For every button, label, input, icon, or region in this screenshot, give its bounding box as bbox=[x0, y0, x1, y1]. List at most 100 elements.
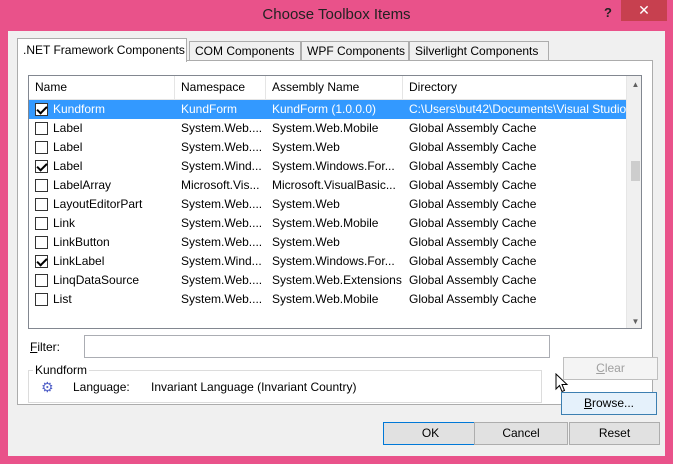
cell-namespace: Microsoft.Vis... bbox=[181, 178, 260, 192]
table-row[interactable]: LinqDataSource System.Web.... System.Web.E… bbox=[29, 271, 626, 290]
language-label: Language: bbox=[73, 380, 130, 394]
cell-name: LabelArray bbox=[53, 178, 112, 192]
row-checkbox[interactable] bbox=[35, 198, 48, 211]
cell-directory: Global Assembly Cache bbox=[409, 216, 537, 230]
window-title: Choose Toolbox Items bbox=[262, 6, 411, 23]
cell-directory: Global Assembly Cache bbox=[409, 121, 537, 135]
row-checkbox[interactable] bbox=[35, 141, 48, 154]
cell-assembly: System.Web bbox=[272, 235, 340, 249]
scroll-thumb[interactable] bbox=[631, 161, 640, 181]
cell-assembly: System.Web bbox=[272, 197, 340, 211]
table-row[interactable]: LabelArray Microsoft.Vis... Microsoft.Visu… bbox=[29, 176, 626, 195]
cell-assembly: System.Web.Mobile bbox=[272, 216, 379, 230]
cell-directory: Global Assembly Cache bbox=[409, 159, 537, 173]
cell-assembly: System.Windows.For... bbox=[272, 159, 395, 173]
cell-namespace: KundForm bbox=[181, 102, 238, 116]
vertical-scrollbar[interactable]: ▲ ▼ bbox=[626, 76, 641, 328]
cell-assembly: Microsoft.VisualBasic... bbox=[272, 178, 396, 192]
cell-directory: Global Assembly Cache bbox=[409, 292, 537, 306]
dialog-window: Choose Toolbox Items ? ✕ .NET Framework … bbox=[0, 0, 673, 464]
tab-wpf-components[interactable]: WPF Components bbox=[301, 41, 409, 61]
tab-net-framework-components[interactable]: .NET Framework Components bbox=[17, 38, 187, 62]
reset-button[interactable]: Reset bbox=[569, 422, 660, 445]
cell-namespace: System.Web.... bbox=[181, 235, 263, 249]
column-header-assembly-name[interactable]: Assembly Name bbox=[266, 76, 403, 100]
row-checkbox[interactable] bbox=[35, 255, 48, 268]
table-row[interactable]: Link System.Web.... System.Web.Mobile Globa… bbox=[29, 214, 626, 233]
table-row[interactable]: LayoutEditorPart System.Web.... System.Web… bbox=[29, 195, 626, 214]
table-row[interactable]: List System.Web.... System.Web.Mobile Globa… bbox=[29, 290, 626, 309]
scroll-down-icon[interactable]: ▼ bbox=[627, 313, 641, 328]
row-checkbox[interactable] bbox=[35, 236, 48, 249]
cell-namespace: System.Web.... bbox=[181, 273, 263, 287]
table-row[interactable]: Label System.Wind... System.Windows.For...… bbox=[29, 157, 626, 176]
mouse-cursor-icon bbox=[555, 373, 569, 393]
row-checkbox[interactable] bbox=[35, 122, 48, 135]
column-header-name[interactable]: Name bbox=[29, 76, 175, 100]
grid-header: Name Namespace Assembly Name Directory bbox=[29, 76, 626, 100]
row-checkbox[interactable] bbox=[35, 293, 48, 306]
row-checkbox[interactable] bbox=[35, 179, 48, 192]
cell-assembly: System.Web.Mobile bbox=[272, 292, 379, 306]
cell-namespace: System.Web.... bbox=[181, 292, 263, 306]
cell-namespace: System.Wind... bbox=[181, 159, 262, 173]
row-checkbox[interactable] bbox=[35, 160, 48, 173]
cell-assembly: System.Windows.For... bbox=[272, 254, 395, 268]
cell-name: Kundform bbox=[53, 102, 106, 116]
cell-name: LinkLabel bbox=[53, 254, 105, 268]
cell-directory: Global Assembly Cache bbox=[409, 178, 537, 192]
title-bar[interactable]: Choose Toolbox Items ? ✕ bbox=[0, 0, 673, 31]
cell-name: LinqDataSource bbox=[53, 273, 140, 287]
language-value: Invariant Language (Invariant Country) bbox=[151, 380, 357, 394]
cell-namespace: System.Wind... bbox=[181, 254, 262, 268]
cell-directory: Global Assembly Cache bbox=[409, 235, 537, 249]
cell-name: Label bbox=[53, 121, 83, 135]
row-checkbox[interactable] bbox=[35, 274, 48, 287]
table-row[interactable]: Label System.Web.... System.Web Global Asse… bbox=[29, 138, 626, 157]
components-grid[interactable]: Name Namespace Assembly Name Directory K… bbox=[28, 75, 642, 329]
clear-button[interactable]: Clear bbox=[563, 357, 658, 380]
cell-namespace: System.Web.... bbox=[181, 197, 263, 211]
cell-directory: Global Assembly Cache bbox=[409, 197, 537, 211]
details-title: Kundform bbox=[33, 363, 90, 377]
scroll-up-icon[interactable]: ▲ bbox=[627, 76, 641, 93]
table-row[interactable]: LinkButton System.Web.... System.Web Global… bbox=[29, 233, 626, 252]
cell-name: Link bbox=[53, 216, 76, 230]
cancel-button[interactable]: Cancel bbox=[474, 422, 568, 445]
close-button[interactable]: ✕ bbox=[621, 0, 667, 21]
table-row[interactable]: Label System.Web.... System.Web.Mobile Glob… bbox=[29, 119, 626, 138]
cell-directory: Global Assembly Cache bbox=[409, 254, 537, 268]
cell-directory: Global Assembly Cache bbox=[409, 273, 537, 287]
cell-assembly: System.Web.Mobile bbox=[272, 121, 379, 135]
cell-name: LayoutEditorPart bbox=[53, 197, 143, 211]
cell-directory: C:\Users\but42\Documents\Visual Studio bbox=[409, 102, 626, 116]
cell-assembly: KundForm (1.0.0.0) bbox=[272, 102, 377, 116]
cell-namespace: System.Web.... bbox=[181, 121, 263, 135]
tab-silverlight-components[interactable]: Silverlight Components bbox=[409, 41, 549, 61]
cell-name: Label bbox=[53, 159, 83, 173]
cell-namespace: System.Web.... bbox=[181, 140, 263, 154]
help-button[interactable]: ? bbox=[598, 4, 618, 22]
cell-namespace: System.Web.... bbox=[181, 216, 263, 230]
row-checkbox[interactable] bbox=[35, 217, 48, 230]
details-group: Kundform ⚙ Language: Invariant Language … bbox=[28, 363, 542, 403]
table-row[interactable]: LinkLabel System.Wind... System.Windows.Fo… bbox=[29, 252, 626, 271]
filter-input[interactable] bbox=[84, 335, 550, 358]
cell-name: LinkButton bbox=[53, 235, 110, 249]
cell-assembly: System.Web.Extensions bbox=[272, 273, 402, 287]
row-checkbox[interactable] bbox=[35, 103, 48, 116]
close-icon: ✕ bbox=[638, 2, 650, 18]
cell-directory: Global Assembly Cache bbox=[409, 140, 537, 154]
column-header-directory[interactable]: Directory bbox=[403, 76, 626, 100]
tab-panel: Name Namespace Assembly Name Directory K… bbox=[17, 60, 658, 415]
ok-button[interactable]: OK bbox=[383, 422, 478, 445]
cell-name: Label bbox=[53, 140, 83, 154]
browse-button[interactable]: Browse... bbox=[561, 392, 657, 415]
table-row[interactable]: Kundform KundForm KundForm (1.0.0.0) C:\Use… bbox=[29, 100, 626, 119]
cell-assembly: System.Web bbox=[272, 140, 340, 154]
cell-name: List bbox=[53, 292, 72, 306]
filter-label: Filter: bbox=[30, 340, 61, 354]
column-header-namespace[interactable]: Namespace bbox=[175, 76, 266, 100]
gear-icon: ⚙ bbox=[41, 379, 54, 395]
tab-com-components[interactable]: COM Components bbox=[189, 41, 301, 61]
